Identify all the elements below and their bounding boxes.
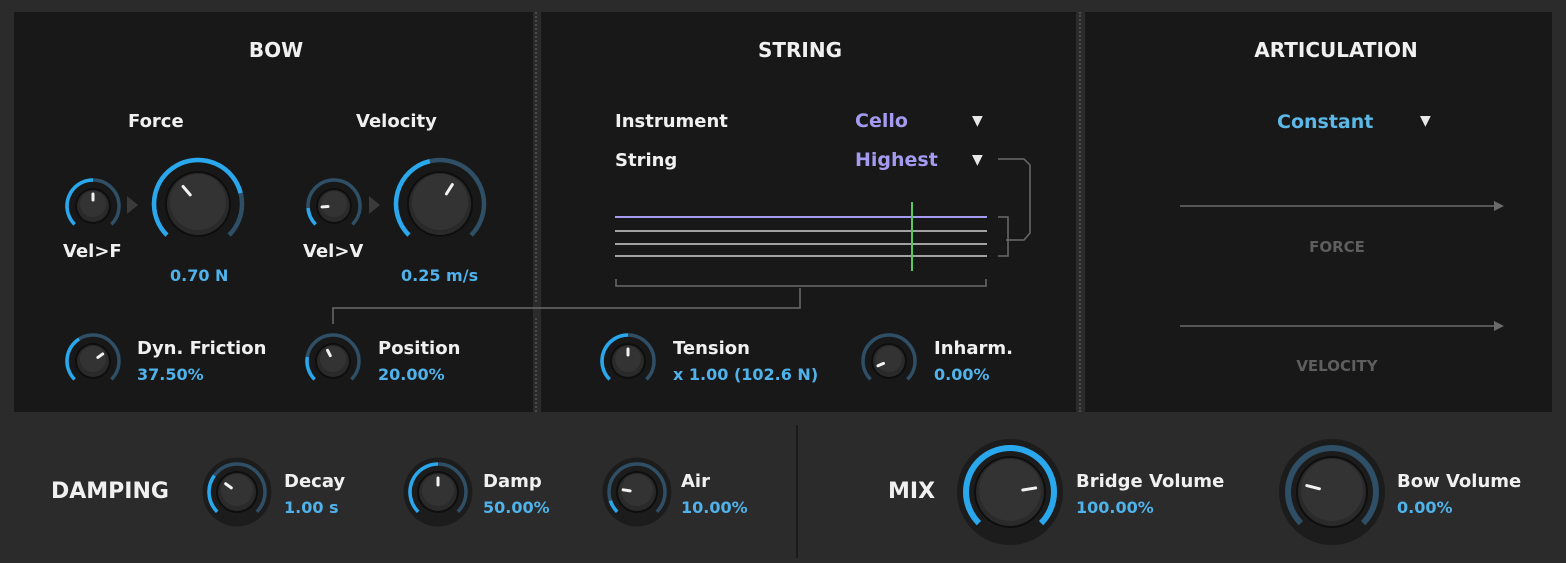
velocity-knob[interactable]	[392, 156, 488, 252]
tension-knob[interactable]	[598, 331, 658, 391]
air-label: Air	[681, 471, 710, 492]
inharm-label: Inharm.	[934, 338, 1013, 359]
mix-title: MIX	[888, 479, 936, 504]
damp-label: Damp	[483, 471, 542, 492]
articulation-title: ARTICULATION	[1254, 38, 1418, 62]
separator	[535, 12, 537, 302]
divider	[796, 425, 798, 558]
string-diagram[interactable]	[612, 155, 1042, 295]
dyn-friction-value: 37.50%	[137, 365, 204, 384]
damping-title: DAMPING	[51, 479, 169, 504]
dropdown-arrow-icon[interactable]: ▼	[1420, 113, 1431, 129]
bridge-volume-value: 100.00%	[1076, 498, 1154, 517]
bridge-volume-label: Bridge Volume	[1076, 471, 1225, 492]
instrument-label: Instrument	[615, 111, 728, 132]
vel-f-knob[interactable]	[63, 176, 123, 236]
damp-value: 50.00%	[483, 498, 550, 517]
force-knob[interactable]	[150, 156, 246, 252]
inharm-knob[interactable]	[859, 331, 919, 391]
separator	[535, 318, 537, 412]
force-label: Force	[128, 111, 184, 132]
decay-knob[interactable]	[202, 457, 272, 527]
link-arrow-icon	[127, 196, 138, 214]
air-value: 10.00%	[681, 498, 748, 517]
position-value: 20.00%	[378, 365, 445, 384]
position-label: Position	[378, 338, 461, 359]
velocity-value: 0.25 m/s	[401, 266, 479, 285]
tension-value: x 1.00 (102.6 N)	[673, 365, 819, 384]
air-knob[interactable]	[602, 457, 672, 527]
dropdown-arrow-icon[interactable]: ▼	[972, 113, 983, 129]
bridge-volume-knob[interactable]	[957, 439, 1063, 545]
instrument-dropdown[interactable]: Cello	[855, 110, 908, 132]
link-arrow-icon	[369, 196, 380, 214]
bow-title: BOW	[248, 38, 304, 62]
force-envelope[interactable]	[1178, 198, 1508, 218]
dyn-friction-knob[interactable]	[63, 331, 123, 391]
articulation-dropdown[interactable]: Constant	[1277, 111, 1373, 133]
velocity-envelope-label: VELOCITY	[1296, 357, 1378, 375]
inharm-value: 0.00%	[934, 365, 990, 384]
vel-v-knob[interactable]	[304, 176, 364, 236]
force-value: 0.70 N	[170, 266, 229, 285]
separator	[1079, 12, 1081, 412]
decay-value: 1.00 s	[284, 498, 339, 517]
dyn-friction-label: Dyn. Friction	[137, 338, 267, 359]
vel-f-label: Vel>F	[63, 241, 122, 262]
bow-volume-label: Bow Volume	[1397, 471, 1522, 492]
decay-label: Decay	[284, 471, 346, 492]
damp-knob[interactable]	[403, 457, 473, 527]
force-envelope-label: FORCE	[1309, 238, 1365, 256]
velocity-label: Velocity	[356, 111, 437, 132]
velocity-envelope[interactable]	[1178, 318, 1508, 338]
bow-volume-value: 0.00%	[1397, 498, 1453, 517]
position-knob[interactable]	[303, 331, 363, 391]
string-title: STRING	[757, 38, 843, 62]
vel-v-label: Vel>V	[303, 241, 364, 262]
tension-label: Tension	[673, 338, 750, 359]
bow-volume-knob[interactable]	[1279, 439, 1385, 545]
